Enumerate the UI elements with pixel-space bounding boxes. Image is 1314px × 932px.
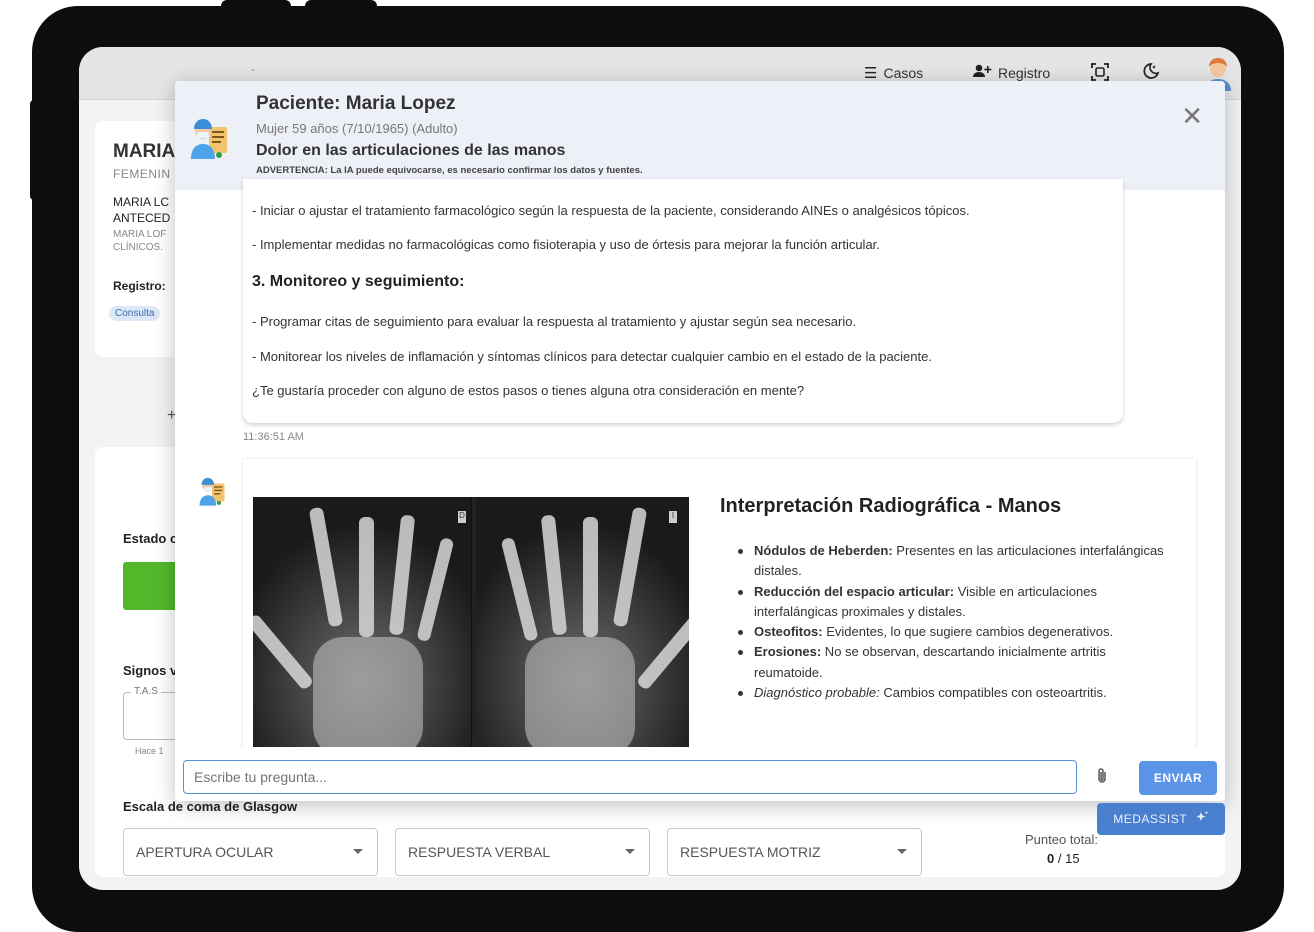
- assistant-message-xray: D I Interpretación Radiográfica - Manos …: [243, 459, 1196, 759]
- bg-sex: FEMENIN: [113, 167, 171, 181]
- message-timestamp: 11:36:51 AM: [243, 431, 304, 443]
- diagnosis-item: Diagnóstico probable: Cambios compatible…: [736, 683, 1176, 703]
- medassist-button[interactable]: MEDASSIST: [1097, 803, 1225, 835]
- interpretation-list: Nódulos de Heberden: Presentes en las ar…: [736, 541, 1176, 703]
- bg-line4: CLÍNICOS.: [113, 242, 164, 253]
- message-line: - Implementar medidas no farmacológicas …: [252, 237, 880, 252]
- tablet-side-button: [30, 100, 38, 200]
- punteo-label: Punteo total:: [1025, 832, 1098, 847]
- chief-complaint: Dolor en las articulaciones de las manos: [256, 142, 566, 159]
- cases-nav-button[interactable]: ☰ Casos: [864, 64, 923, 82]
- finding-label: Erosiones:: [754, 644, 822, 660]
- finding-text: Evidentes, lo que sugiere cambios degene…: [822, 624, 1114, 640]
- chevron-down-icon: [625, 849, 635, 854]
- xray-divider: [472, 497, 476, 759]
- bg-line2: ANTECED: [113, 211, 171, 225]
- bg-patient-name: MARIA: [113, 141, 176, 162]
- close-icon[interactable]: ✕: [1181, 103, 1203, 129]
- patient-title: Paciente: Maria Lopez: [256, 93, 456, 114]
- respuesta-motriz-select[interactable]: RESPUESTA MOTRIZ: [667, 828, 922, 876]
- finding-item: Osteofitos: Evidentes, lo que sugiere ca…: [736, 622, 1176, 642]
- assistant-message: - Iniciar o ajustar el tratamiento farma…: [243, 179, 1123, 423]
- medassist-chat-modal: Paciente: Maria Lopez Mujer 59 años (7/1…: [175, 81, 1225, 801]
- xray-tag-right: I: [669, 511, 677, 523]
- ai-warning: ADVERTENCIA: La IA puede equivocarse, es…: [256, 165, 643, 176]
- consulta-chip[interactable]: Consulta: [109, 306, 161, 321]
- list-icon: ☰: [864, 65, 878, 82]
- bg-signos-label: Signos v: [123, 663, 178, 678]
- app-bar-dot: -: [251, 62, 255, 76]
- message-line: - Programar citas de seguimiento para ev…: [252, 314, 857, 329]
- bg-registro-label: Registro:: [113, 279, 166, 293]
- bg-estado-label: Estado c: [123, 531, 178, 546]
- message-line: - Monitorear los niveles de inflamación …: [252, 349, 932, 364]
- send-button[interactable]: ENVIAR: [1139, 761, 1217, 795]
- respuesta-verbal-select[interactable]: RESPUESTA VERBAL: [395, 828, 650, 876]
- doctor-avatar-icon: [197, 471, 227, 507]
- diagnosis-text: Cambios compatibles con osteoartritis.: [879, 685, 1107, 701]
- patient-info: Mujer 59 años (7/10/1965) (Adulto): [256, 121, 458, 136]
- xray-tag-left: D: [458, 511, 466, 523]
- tablet-button: [305, 0, 377, 10]
- apertura-ocular-select[interactable]: APERTURA OCULAR: [123, 828, 378, 876]
- register-label: Registro: [998, 64, 1051, 81]
- interpretation-title: Interpretación Radiográfica - Manos: [720, 495, 1062, 517]
- chat-input-row: ENVIAR: [175, 747, 1225, 801]
- finding-item: Reducción del espacio articular: Visible…: [736, 582, 1176, 623]
- punteo-max: / 15: [1057, 851, 1080, 866]
- chevron-down-icon: [897, 849, 907, 854]
- chevron-down-icon: [353, 849, 363, 854]
- attach-icon[interactable]: [1095, 767, 1109, 790]
- apertura-ocular-value: APERTURA OCULAR: [136, 844, 274, 860]
- medassist-label: MEDASSIST: [1113, 812, 1187, 826]
- tas-label: T.A.S: [131, 686, 161, 697]
- finding-label: Osteofitos:: [754, 624, 823, 640]
- cases-label: Casos: [883, 65, 924, 81]
- chat-header: Paciente: Maria Lopez Mujer 59 años (7/1…: [175, 81, 1225, 190]
- respuesta-motriz-value: RESPUESTA MOTRIZ: [680, 844, 821, 860]
- punteo-total: 0 / 15: [1047, 851, 1080, 866]
- tablet-button: [221, 0, 291, 10]
- respuesta-verbal-value: RESPUESTA VERBAL: [408, 844, 551, 860]
- glasgow-title: Escala de coma de Glasgow: [123, 799, 298, 814]
- finding-item: Erosiones: No se observan, descartando i…: [736, 642, 1176, 683]
- screen: - ☰ Casos Registro MARIA FEMENIN MARIA L…: [79, 47, 1241, 890]
- person-add-icon: [972, 64, 992, 81]
- register-nav-button[interactable]: Registro: [972, 64, 1050, 81]
- message-heading: 3. Monitoreo y seguimiento:: [252, 273, 465, 290]
- finding-item: Nódulos de Heberden: Presentes en las ar…: [736, 541, 1176, 582]
- bg-line3: MARIA LOF: [113, 229, 167, 240]
- punteo-value: 0: [1047, 851, 1055, 866]
- doctor-avatar-icon: [189, 109, 229, 161]
- diagnosis-label: Diagnóstico probable:: [754, 685, 880, 701]
- chat-input[interactable]: [183, 760, 1077, 794]
- bg-hace: Hace 1: [135, 746, 164, 756]
- message-line: ¿Te gustaría proceder con alguno de esto…: [252, 383, 805, 398]
- message-line: - Iniciar o ajustar el tratamiento farma…: [252, 203, 970, 218]
- hand-xray-image[interactable]: D I: [253, 497, 689, 759]
- bg-line1: MARIA LC: [113, 195, 170, 209]
- sparkle-icon: [1195, 811, 1209, 826]
- finding-label: Reducción del espacio articular:: [754, 583, 955, 599]
- finding-label: Nódulos de Heberden:: [754, 543, 893, 558]
